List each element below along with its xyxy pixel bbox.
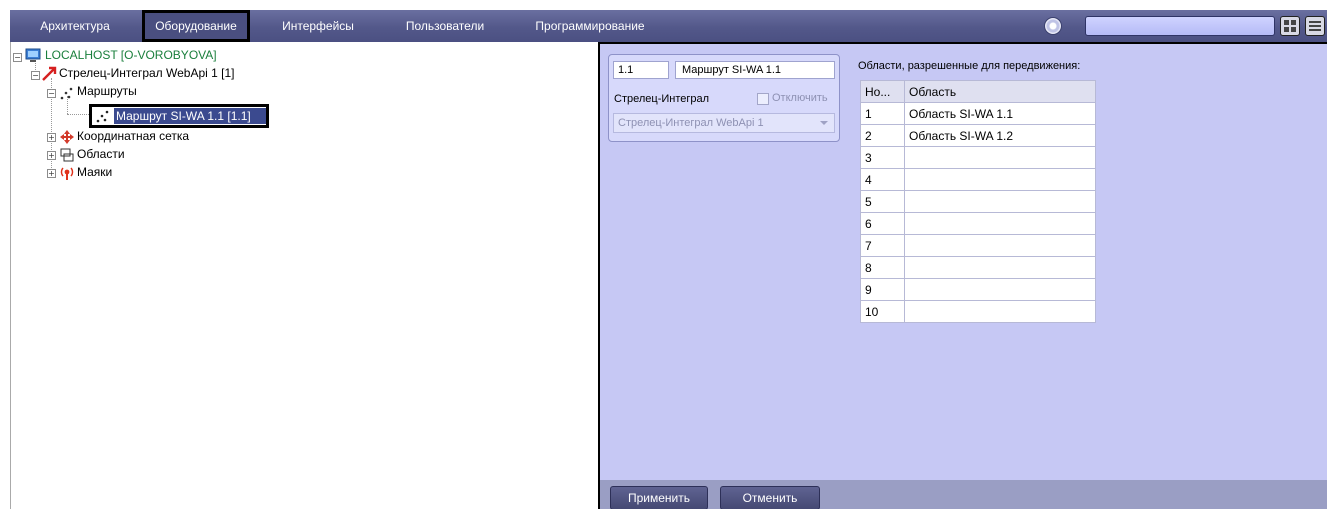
area-cell[interactable]: Область SI-WA 1.2 [904,124,1096,147]
route-properties-group: 1.1 Маршрут SI-WA 1.1 Стрелец-Интеграл О… [608,54,840,142]
row-number-cell[interactable]: 9 [860,278,905,301]
tab-interfaces[interactable]: Интерфейсы [268,10,368,42]
chevron-down-icon [820,121,828,125]
tab-programming[interactable]: Программирование [520,10,660,42]
tree-item-routes[interactable]: Маршруты [77,82,137,100]
search-input[interactable] [1085,16,1275,36]
strelets-device-icon [42,66,57,81]
table-row[interactable]: 5 [860,190,1096,213]
disable-checkbox[interactable] [757,93,769,105]
row-number-cell[interactable]: 10 [860,300,905,323]
area-cell[interactable] [904,300,1096,323]
row-number-cell[interactable]: 4 [860,168,905,191]
menu-list-icon[interactable] [1305,16,1325,36]
table-row[interactable]: 7 [860,234,1096,257]
row-number-cell[interactable]: 6 [860,212,905,235]
collapse-routes-toggle[interactable]: − [47,89,56,98]
tree-item-device[interactable]: Стрелец-Интеграл WebApi 1 [1] [59,64,235,82]
areas-table: Но... Область 1 Область SI-WA 1.1 2 Область… [860,80,1096,323]
tree-root-localhost[interactable]: LOCALHOST [O-VOROBYOVA] [45,46,217,64]
table-row[interactable]: 9 [860,278,1096,301]
area-cell[interactable] [904,190,1096,213]
route-name-field[interactable]: Маршрут SI-WA 1.1 [675,61,835,79]
area-cell[interactable] [904,278,1096,301]
table-row[interactable]: 8 [860,256,1096,279]
area-cell[interactable] [904,256,1096,279]
tree-item-coordinate-grid[interactable]: Координатная сетка [77,127,189,145]
coordinate-grid-icon [60,130,74,144]
cancel-button[interactable]: Отменить [720,486,820,509]
expand-grid-toggle[interactable]: + [47,133,56,142]
route-number-field[interactable]: 1.1 [613,61,669,79]
tree-item-route-si-wa-1-1[interactable]: Маршрут SI-WA 1.1 [1.1] [116,107,251,125]
disable-checkbox-label: Отключить [772,92,828,104]
row-number-cell[interactable]: 2 [860,124,905,147]
row-number-cell[interactable]: 1 [860,102,905,125]
column-header-number[interactable]: Но... [860,80,905,103]
top-menu-bar: Архитектура Оборудование Интерфейсы Поль… [10,10,1327,42]
table-row[interactable]: 10 [860,300,1096,323]
area-cell[interactable] [904,146,1096,169]
beacon-icon [60,167,74,180]
row-number-cell[interactable]: 3 [860,146,905,169]
properties-panel: 1.1 Маршрут SI-WA 1.1 Стрелец-Интеграл О… [598,42,1327,509]
table-row[interactable]: 4 [860,168,1096,191]
expand-beacons-toggle[interactable]: + [47,169,56,178]
table-row[interactable]: 6 [860,212,1096,235]
device-select-value: Стрелец-Интеграл WebApi 1 [618,117,764,129]
column-header-area[interactable]: Область [904,80,1096,103]
collapse-root-toggle[interactable]: − [13,53,22,62]
tab-architecture[interactable]: Архитектура [10,10,140,42]
apply-button[interactable]: Применить [610,486,708,509]
tab-equipment[interactable]: Оборудование [142,10,250,42]
collapse-device-toggle[interactable]: − [31,71,40,80]
tab-users[interactable]: Пользователи [390,10,500,42]
computer-icon [25,48,41,62]
table-row[interactable]: 3 [860,146,1096,169]
area-cell[interactable] [904,234,1096,257]
area-cell[interactable] [904,168,1096,191]
areas-title: Области, разрешенные для передвижения: [858,60,1081,72]
table-row[interactable]: 2 Область SI-WA 1.2 [860,124,1096,147]
tree-item-areas[interactable]: Области [77,145,125,163]
row-number-cell[interactable]: 5 [860,190,905,213]
hardware-tree: − LOCALHOST [O-VOROBYOVA] − Стрелец-Инте… [10,42,598,509]
area-icon [60,148,74,162]
bottom-action-bar: Применить Отменить [600,480,1327,509]
row-number-cell[interactable]: 8 [860,256,905,279]
device-select[interactable]: Стрелец-Интеграл WebApi 1 [613,113,835,133]
route-item-icon [96,110,109,123]
layout-grid-icon[interactable] [1280,16,1300,36]
expand-areas-toggle[interactable]: + [47,151,56,160]
table-row[interactable]: 1 Область SI-WA 1.1 [860,102,1096,125]
gear-icon[interactable] [1044,17,1062,35]
route-icon [60,87,73,100]
device-label: Стрелец-Интеграл [614,93,710,105]
tree-item-beacons[interactable]: Маяки [77,163,112,181]
area-cell[interactable] [904,212,1096,235]
area-cell[interactable]: Область SI-WA 1.1 [904,102,1096,125]
row-number-cell[interactable]: 7 [860,234,905,257]
